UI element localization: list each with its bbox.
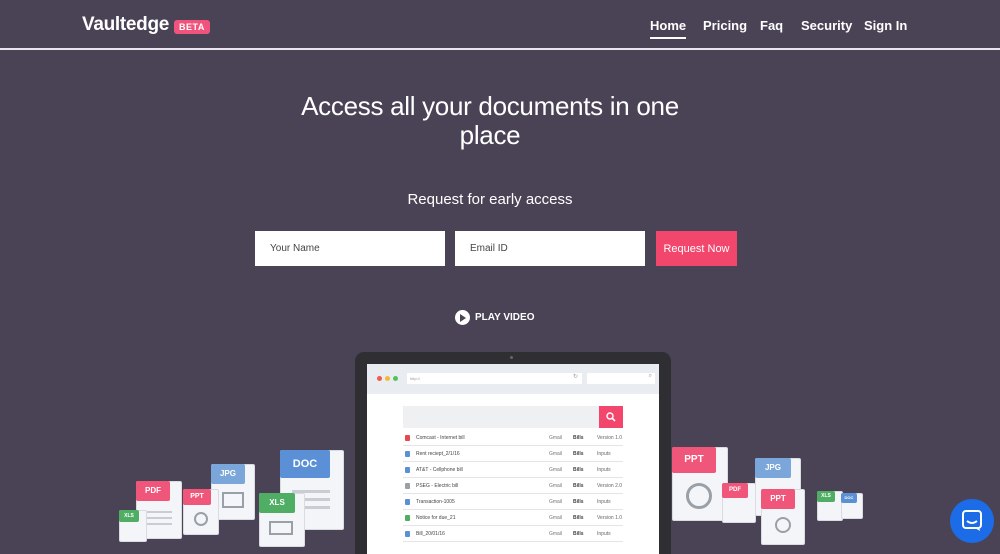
play-video-button[interactable]: PLAY VIDEO bbox=[455, 310, 534, 325]
maximize-dot-icon bbox=[393, 376, 398, 381]
search-icon bbox=[606, 412, 616, 422]
document-category: Bills bbox=[573, 514, 584, 521]
file-icon bbox=[405, 450, 410, 457]
ppt-file-icon: PPT bbox=[183, 489, 219, 535]
document-source: Gmail bbox=[549, 498, 563, 505]
doc-right-file-icon: DOC bbox=[841, 493, 863, 519]
close-dot-icon bbox=[377, 376, 382, 381]
hero-subtitle: Request for early access bbox=[407, 191, 573, 208]
refresh-icon: ↻ bbox=[572, 374, 578, 380]
file-icon bbox=[405, 530, 410, 537]
document-row: Notice for due_21 Gmail Bills Version 1.0 bbox=[403, 510, 623, 526]
document-name: Bill_20/01/16 bbox=[416, 530, 445, 537]
search-icon: ⌕ bbox=[648, 373, 652, 379]
beta-badge: BETA bbox=[174, 20, 210, 34]
document-list: Comcast - Internet bill Gmail Bills Version… bbox=[403, 430, 623, 542]
document-name: Rent reciept_2/1/16 bbox=[416, 450, 460, 457]
ppt-right-file-icon: PPT bbox=[761, 489, 805, 545]
name-input[interactable] bbox=[255, 231, 445, 266]
pdf-small-file-icon: PDF bbox=[722, 483, 756, 523]
document-category: Bills bbox=[573, 498, 584, 505]
document-row: Bill_20/01/16 Gmail Bills Inputs bbox=[403, 526, 623, 542]
top-navbar: Vaultedge BETA Home Pricing Faq Security… bbox=[0, 0, 1000, 50]
browser-search-box: ⌕ bbox=[587, 373, 655, 384]
document-source: Gmail bbox=[549, 466, 563, 473]
file-icon bbox=[405, 498, 410, 505]
document-category: Bills bbox=[573, 466, 584, 473]
document-tag: Inputs bbox=[597, 498, 611, 505]
laptop-camera bbox=[510, 356, 513, 359]
document-row: Comcast - Internet bill Gmail Bills Version… bbox=[403, 430, 623, 446]
chat-bubble-icon bbox=[962, 510, 982, 531]
document-row: PSEG - Electric bill Gmail Bills Version 2.… bbox=[403, 478, 623, 494]
request-now-button[interactable]: Request Now bbox=[656, 231, 737, 266]
document-source: Gmail bbox=[549, 482, 563, 489]
xls-small-file-icon: XLS bbox=[119, 510, 147, 542]
document-name: Comcast - Internet bill bbox=[416, 434, 465, 441]
nav-sign-in-link[interactable]: Sign In bbox=[864, 18, 907, 33]
document-tag: Version 1.0 bbox=[597, 434, 623, 441]
document-source: Gmail bbox=[549, 450, 563, 457]
laptop-screen: http:// ↻ ⌕ Comcast - Internet bill Gmail… bbox=[367, 364, 659, 554]
document-row: Rent reciept_2/1/16 Gmail Bills Inputs bbox=[403, 446, 623, 462]
document-name: AT&T - Cellphone bill bbox=[416, 466, 463, 473]
document-name: PSEG - Electric bill bbox=[416, 482, 459, 489]
document-row: Transaction-1005 Gmail Bills Inputs bbox=[403, 494, 623, 510]
minimize-dot-icon bbox=[385, 376, 390, 381]
hero-title: Access all your documents in one place bbox=[301, 91, 679, 150]
nav-faq-link[interactable]: Faq bbox=[760, 18, 783, 33]
document-name: Notice for due_21 bbox=[416, 514, 456, 521]
nav-pricing-link[interactable]: Pricing bbox=[703, 18, 747, 33]
email-input[interactable] bbox=[455, 231, 645, 266]
file-icon bbox=[405, 482, 410, 489]
file-icon bbox=[405, 434, 410, 441]
document-search-input bbox=[403, 406, 599, 428]
document-tag: Version 2.0 bbox=[597, 482, 623, 489]
document-tag: Inputs bbox=[597, 450, 611, 457]
document-tag: Version 1.0 bbox=[597, 514, 623, 521]
document-source: Gmail bbox=[549, 530, 563, 537]
play-video-label: PLAY VIDEO bbox=[475, 312, 535, 323]
document-row: AT&T - Cellphone bill Gmail Bills Inputs bbox=[403, 462, 623, 478]
document-category: Bills bbox=[573, 530, 584, 537]
document-category: Bills bbox=[573, 450, 584, 457]
nav-security-link[interactable]: Security bbox=[801, 18, 852, 33]
xls-right-file-icon: XLS bbox=[817, 491, 843, 521]
file-icon bbox=[405, 514, 410, 521]
document-tag: Inputs bbox=[597, 530, 611, 537]
document-search-button bbox=[599, 406, 623, 428]
xls-file-icon: XLS bbox=[259, 493, 305, 547]
document-source: Gmail bbox=[549, 514, 563, 521]
document-category: Bills bbox=[573, 434, 584, 441]
file-icon bbox=[405, 466, 410, 473]
chat-widget-button[interactable] bbox=[950, 499, 994, 543]
browser-toolbar: http:// ↻ ⌕ bbox=[367, 364, 659, 394]
document-category: Bills bbox=[573, 482, 584, 489]
document-source: Gmail bbox=[549, 434, 563, 441]
play-circle-icon bbox=[455, 310, 470, 325]
document-tag: Inputs bbox=[597, 466, 611, 473]
brand-logo[interactable]: Vaultedge bbox=[82, 14, 169, 36]
document-name: Transaction-1005 bbox=[416, 498, 455, 505]
nav-home-link[interactable]: Home bbox=[650, 18, 687, 39]
browser-url-bar: http:// ↻ bbox=[407, 373, 582, 384]
laptop-mockup: http:// ↻ ⌕ Comcast - Internet bill Gmail… bbox=[355, 352, 671, 554]
ppt-large-file-icon: PPT bbox=[672, 447, 728, 521]
browser-url-text: http:// bbox=[410, 376, 421, 381]
